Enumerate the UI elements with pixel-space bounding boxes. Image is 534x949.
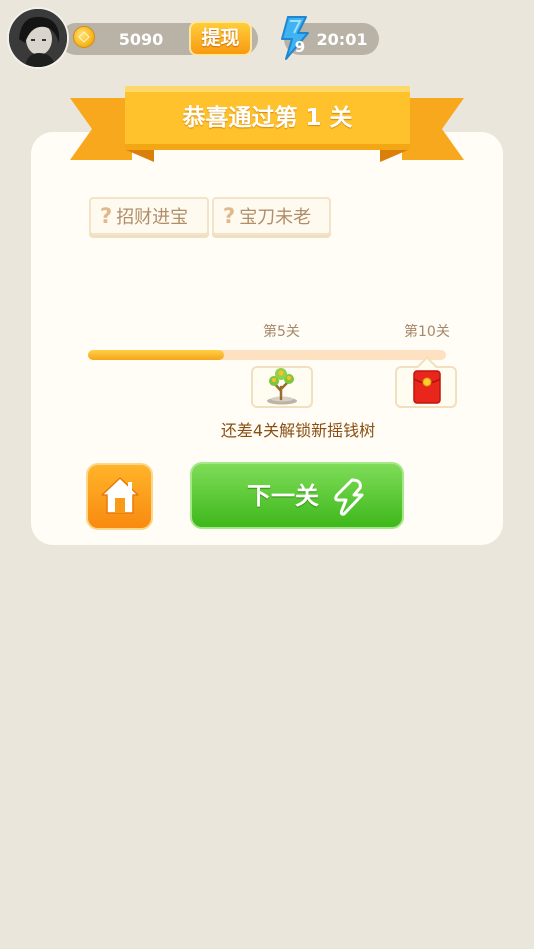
home-icon bbox=[101, 477, 139, 514]
user-avatar[interactable] bbox=[7, 7, 69, 69]
level-complete-title: 恭喜通过第 1 关 bbox=[182, 105, 353, 131]
home-button[interactable] bbox=[86, 463, 153, 530]
withdraw-button[interactable]: 提现 bbox=[189, 21, 252, 56]
idiom-hint-chip[interactable]: ? 宝刀未老 bbox=[212, 197, 331, 235]
next-level-label: 下一关 bbox=[247, 482, 319, 510]
milestone-label-5: 第5关 bbox=[263, 324, 300, 340]
question-mark-icon: ? bbox=[223, 204, 236, 228]
next-level-button[interactable]: 下一关 bbox=[190, 462, 404, 529]
red-envelope-icon bbox=[413, 370, 441, 404]
unlock-progress-message: 还差4关解锁新摇钱树 bbox=[220, 421, 376, 440]
energy-count: 9 bbox=[294, 38, 306, 56]
milestone-label-10: 第10关 bbox=[404, 324, 450, 340]
idiom-hint-label: 招财进宝 bbox=[116, 207, 189, 228]
energy-refill-timer: 20:01 bbox=[316, 30, 368, 49]
gold-coin-icon bbox=[73, 26, 95, 48]
level-progress-fill bbox=[88, 350, 225, 360]
coin-balance: 5090 bbox=[118, 30, 164, 49]
level-progress-bar bbox=[88, 350, 446, 360]
idiom-hint-chip[interactable]: ? 招财进宝 bbox=[89, 197, 209, 235]
lightning-icon bbox=[334, 478, 364, 516]
question-mark-icon: ? bbox=[100, 204, 113, 228]
milestone-reward-envelope bbox=[395, 366, 457, 408]
money-tree-icon bbox=[267, 368, 297, 405]
milestone-reward-tree bbox=[251, 366, 313, 408]
idiom-hint-label: 宝刀未老 bbox=[239, 207, 312, 228]
